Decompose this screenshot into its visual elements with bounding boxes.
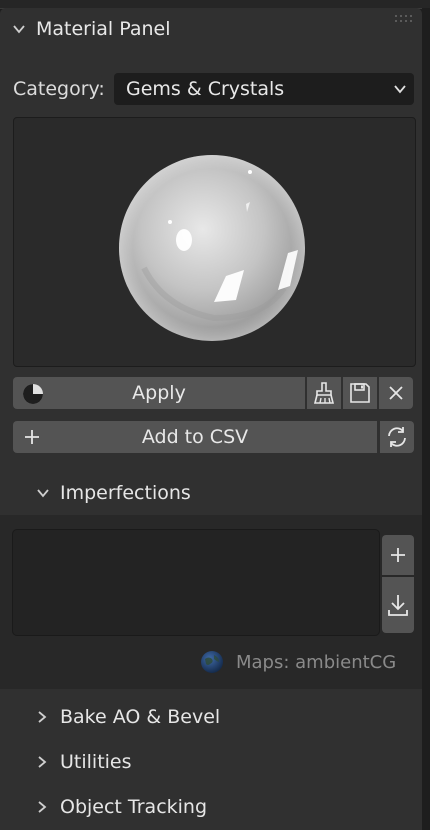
imperfections-list[interactable] [12, 529, 380, 636]
category-value: Gems & Crystals [126, 78, 285, 100]
apply-label: Apply [132, 382, 186, 404]
section-label: Object Tracking [60, 796, 208, 818]
apply-button[interactable]: Apply [13, 377, 305, 409]
section-label: Bake AO & Bevel [60, 706, 221, 728]
material-preview[interactable] [13, 117, 416, 367]
add-imperfection-button[interactable] [382, 535, 414, 575]
refresh-icon [388, 427, 406, 447]
floppy-disk-icon [350, 383, 370, 403]
imperfections-header[interactable]: Imperfections [36, 480, 191, 506]
panel-header[interactable]: Material Panel [0, 10, 422, 48]
drag-grip-icon[interactable] [394, 14, 416, 24]
category-label: Category: [13, 78, 105, 100]
refresh-button[interactable] [380, 421, 414, 453]
category-dropdown[interactable]: Gems & Crystals [114, 73, 414, 105]
close-icon [389, 386, 403, 400]
download-icon [388, 595, 408, 616]
download-button[interactable] [382, 577, 414, 633]
section-label: Utilities [60, 751, 132, 773]
plus-icon [391, 548, 405, 562]
sphere-preview-icon [119, 155, 305, 341]
add-to-csv-button[interactable]: Add to CSV [13, 421, 377, 453]
add-to-csv-label: Add to CSV [141, 426, 249, 448]
section-bake-ao-bevel[interactable]: Bake AO & Bevel [36, 704, 220, 730]
window-edge [422, 8, 430, 830]
chevron-right-icon [38, 801, 47, 813]
chevron-down-icon [394, 85, 406, 94]
save-button[interactable] [343, 377, 377, 409]
brush-icon [313, 382, 335, 404]
imperfections-label: Imperfections [60, 482, 191, 504]
chevron-right-icon [38, 756, 47, 768]
maps-label: Maps: ambientCG [236, 651, 397, 673]
brush-button[interactable] [307, 377, 341, 409]
plus-icon [25, 430, 39, 444]
maps-credit: Maps: ambientCG [200, 650, 396, 674]
chevron-down-icon [37, 489, 49, 498]
section-object-tracking[interactable]: Object Tracking [36, 794, 207, 820]
panel-title: Material Panel [36, 18, 171, 40]
globe-icon [201, 651, 223, 673]
remove-button[interactable] [379, 377, 413, 409]
half-circle-shading-icon [23, 384, 43, 404]
chevron-down-icon [13, 25, 25, 34]
chevron-right-icon [38, 711, 47, 723]
section-utilities[interactable]: Utilities [36, 749, 132, 775]
